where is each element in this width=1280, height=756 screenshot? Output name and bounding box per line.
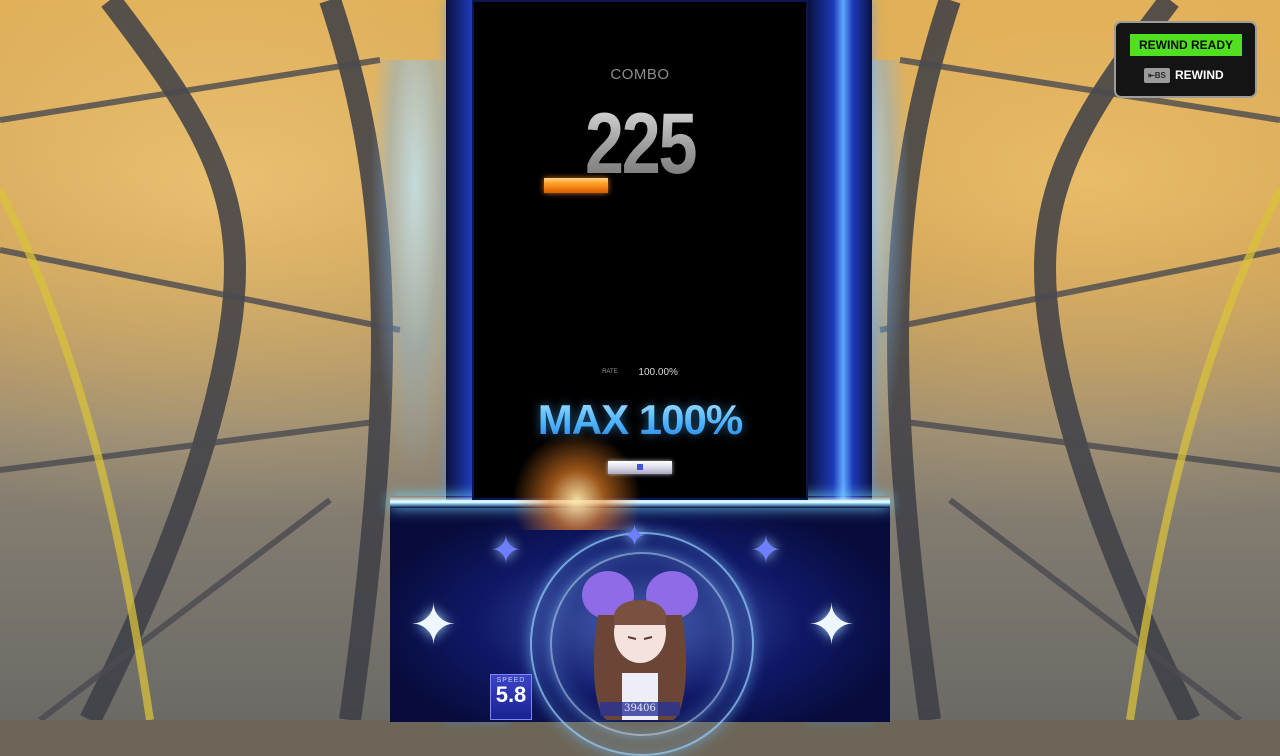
rate-value: 100.00% xyxy=(638,367,678,378)
rewind-panel: REWIND READY ⇤BS REWIND xyxy=(1114,21,1257,98)
combo-label: COMBO xyxy=(610,66,670,83)
star-icon: ✦ xyxy=(490,530,522,572)
note-lane: COMBO 225 RATE 100.00% MAX 100% xyxy=(472,0,808,530)
rewind-button[interactable]: ⇤BS REWIND xyxy=(1144,66,1224,84)
rate-label: RATE xyxy=(602,369,618,376)
sparkle-icon: ✦ xyxy=(808,593,855,656)
rewind-label: REWIND xyxy=(1175,68,1224,82)
character-portrait xyxy=(582,571,698,720)
rate-display: RATE 100.00% xyxy=(472,367,808,378)
rewind-ready-badge: REWIND READY xyxy=(1130,34,1242,56)
note-marker xyxy=(637,464,643,470)
hit-effect xyxy=(512,430,642,530)
speed-value: 5.8 xyxy=(495,682,527,707)
judgement-text: MAX 100% xyxy=(472,396,808,444)
note-orange xyxy=(544,178,608,193)
backspace-key-icon: ⇤BS xyxy=(1144,67,1170,83)
speed-indicator: SPEED 5.8 xyxy=(490,674,532,720)
note-white xyxy=(608,461,672,474)
score-display: 39406 xyxy=(600,702,680,716)
star-icon: ✦ xyxy=(750,530,782,572)
sparkle-icon: ✦ xyxy=(410,593,457,656)
